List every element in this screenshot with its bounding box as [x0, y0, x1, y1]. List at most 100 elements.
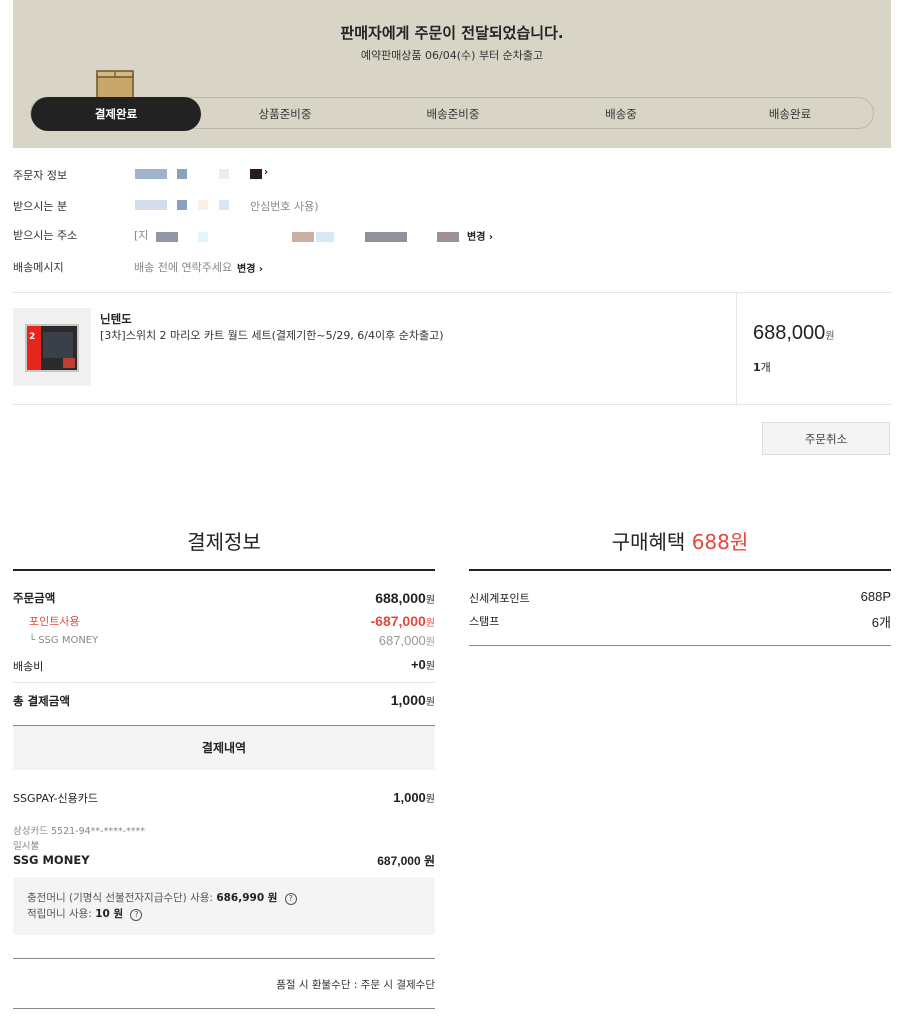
progress-steps: 결제완료 상품준비중 배송준비중 배송중 배송완료 [30, 97, 874, 131]
card-info: 삼성카드 5521-94**-****-**** [13, 826, 146, 837]
divider [13, 1008, 435, 1009]
help-question-icon[interactable]: ? [284, 893, 297, 905]
unit: 원 [425, 595, 435, 606]
ssg-money-breakdown-box: 충전머니 (기명식 선불전자지급수단) 사용: 686,990 원 ? 적립머니… [13, 877, 435, 935]
total-amount: 1,000원 [235, 692, 435, 708]
step-delivered: 배송완료 [768, 107, 812, 121]
redacted-block [365, 232, 407, 242]
charge-money-label: 충전머니 (기명식 선불전자지급수단) 사용: [27, 892, 213, 904]
shinsegae-point-value: 688P [860, 589, 891, 604]
help-question-icon[interactable]: ? [130, 909, 143, 921]
redacted-block [198, 200, 208, 210]
address-prefix: [지 [134, 229, 149, 242]
divider [736, 292, 737, 404]
redacted-block [219, 200, 229, 210]
installment-info: 일시불 [13, 841, 40, 852]
chevron-right-icon: › [485, 232, 494, 243]
product-price-unit: 원 [825, 331, 835, 342]
message-value: 배송 전에 연락주세요 [134, 261, 233, 274]
redacted-block [198, 232, 208, 242]
method2-amount: 687,000 원 [377, 854, 435, 868]
package-box-icon [96, 70, 134, 100]
product-price: 688,000원 [753, 322, 835, 345]
ssg-money-sub-value: 687,000 [378, 633, 426, 648]
product-price-value: 688,000 [753, 322, 826, 344]
address-change-label: 변경 [467, 232, 486, 243]
redacted-block [177, 200, 187, 210]
product-thumbnail[interactable]: 2 [13, 308, 91, 386]
benefit-title-label: 구매혜택 [611, 530, 686, 554]
order-amount: 688,000원 [235, 590, 435, 606]
redacted-block [292, 232, 314, 242]
product-qty-value: 1 [753, 361, 761, 374]
shipping-fee-amount: +0원 [235, 657, 435, 672]
message-change-label: 변경 [237, 264, 256, 275]
product-name[interactable]: [3차]스위치 2 마리오 카트 월드 세트(결제기한~5/29, 6/4이후 … [100, 327, 444, 343]
product-qty-unit: 개 [760, 361, 771, 374]
divider [13, 682, 435, 683]
reward-money-row: 적립머니 사용: 10 원 ? [27, 906, 143, 921]
method1-label: SSGPAY-신용카드 [13, 792, 98, 805]
address-change-button[interactable]: 변경 › [467, 228, 493, 243]
address-label: 받으시는 주소 [13, 229, 78, 242]
shinsegae-point-label: 신세계포인트 [469, 592, 530, 605]
charge-money-amount: 686,990 원 [216, 892, 278, 904]
unit: 원 [425, 697, 435, 708]
point-use-value: -687,000 [370, 613, 426, 629]
banner-subtitle: 예약판매상품 06/04(수) 부터 순차출고 [360, 49, 544, 62]
method2-label: SSG MONEY [13, 853, 90, 867]
banner-title: 판매자에게 주문이 전달되었습니다. [340, 24, 564, 42]
divider [469, 645, 891, 646]
redacted-block [316, 232, 334, 242]
redacted-orderer-name [135, 169, 167, 179]
unit: 원 [425, 618, 435, 629]
message-label: 배송메시지 [13, 261, 64, 274]
divider [13, 569, 435, 571]
redacted-block [177, 169, 187, 179]
stamp-value: 6개 [871, 615, 891, 630]
method1-amount: 1,000원 [235, 790, 435, 805]
total-amount-label: 총 결제금액 [13, 694, 70, 708]
divider [469, 569, 891, 571]
point-use-label: 포인트사용 [29, 615, 80, 628]
orderer-label: 주문자 정보 [13, 169, 68, 182]
product-qty: 1개 [753, 359, 771, 375]
chevron-right-icon: › [255, 264, 264, 275]
switch2-box-image: 2 [25, 324, 79, 372]
redacted-block [219, 169, 229, 179]
product-brand: 닌텐도 [100, 312, 132, 326]
total-amount-value: 1,000 [390, 692, 426, 708]
divider [13, 292, 891, 293]
redacted-block [437, 232, 459, 242]
recipient-safe-number-note: 안심번호 사용) [250, 200, 319, 213]
orderer-more-chevron-icon[interactable]: › [264, 167, 268, 178]
message-change-button[interactable]: 변경 › [237, 260, 263, 275]
redacted-recipient-name [135, 200, 167, 210]
unit: 원 [425, 794, 435, 805]
divider [13, 404, 891, 405]
divider [13, 958, 435, 959]
method1-value: 1,000 [393, 790, 426, 805]
thumb-badge: 2 [29, 332, 35, 342]
refund-method-note: 품절 시 환불수단 : 주문 시 결제수단 [276, 979, 435, 991]
charge-money-row: 충전머니 (기명식 선불전자지급수단) 사용: 686,990 원 ? [27, 890, 297, 905]
payment-details-header: 결제내역 [13, 726, 435, 770]
ssg-money-sub-label: └ SSG MONEY [29, 635, 99, 646]
step-preparing-product: 상품준비중 [258, 107, 312, 121]
redacted-block [250, 169, 262, 179]
step-shipping: 배송중 [605, 107, 637, 121]
order-amount-value: 688,000 [375, 590, 426, 606]
order-status-banner: 판매자에게 주문이 전달되었습니다. 예약판매상품 06/04(수) 부터 순차… [13, 0, 891, 148]
step-preparing-shipping: 배송준비중 [426, 107, 480, 121]
ssg-money-sub-amount: 687,000원 [235, 633, 435, 648]
unit: 원 [425, 661, 435, 672]
step-payment-complete: 결제완료 [31, 97, 201, 131]
reward-money-label: 적립머니 사용: [27, 908, 92, 920]
payment-info-title: 결제정보 [187, 530, 261, 554]
redacted-address [156, 232, 178, 242]
cancel-order-button[interactable]: 주문취소 [762, 422, 890, 455]
order-amount-label: 주문금액 [13, 591, 56, 605]
shipping-fee-label: 배송비 [13, 660, 44, 673]
benefit-title-amount: 688원 [691, 530, 749, 554]
point-use-amount: -687,000원 [235, 613, 435, 629]
